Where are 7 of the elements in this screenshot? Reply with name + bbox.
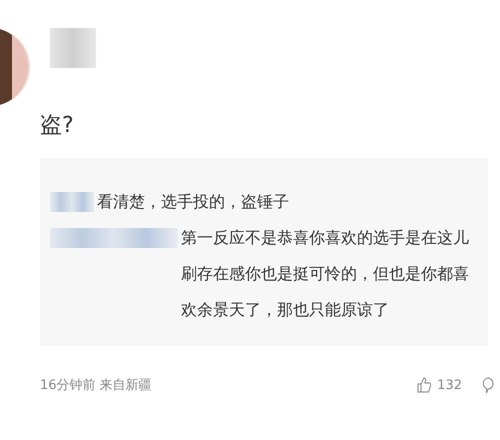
reply-text: 第一反应不是恭喜你喜欢的选手是在这儿刷存在感你也是挺可怜的，但也是你都喜欢余景天了，那也只能原谅了 [181,227,470,321]
comment-text: 盗? [40,112,75,140]
like-count: 132 [437,378,462,392]
reply-text: 看清楚，选手投的，盗锤子 [97,191,290,213]
comment-icon[interactable] [482,376,494,394]
post-meta: 16分钟前 来自新疆 [40,377,152,394]
thumbs-up-icon[interactable] [417,377,432,393]
